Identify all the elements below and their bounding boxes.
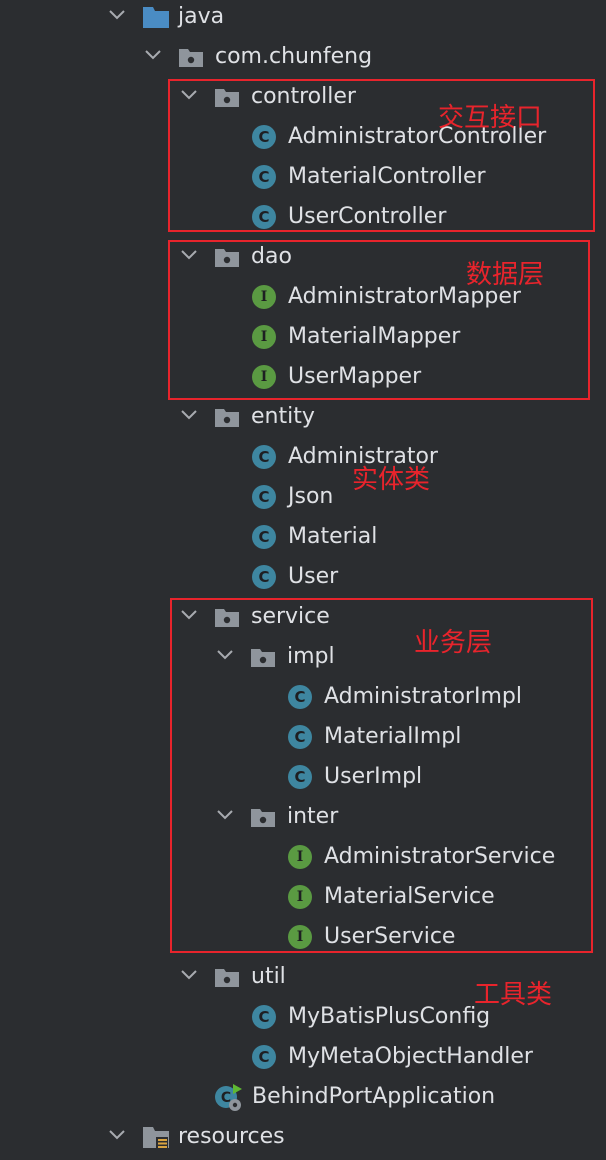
chevron-down-icon[interactable]	[178, 604, 200, 626]
tree-row-interface[interactable]: I UserMapper	[0, 360, 606, 400]
tree-label: AdministratorService	[324, 844, 556, 869]
class-icon: C	[252, 1045, 276, 1069]
annotation-util: 工具类	[474, 980, 553, 1010]
tree-label: Json	[288, 484, 334, 509]
annotation-service: 业务层	[414, 628, 493, 658]
interface-icon: I	[288, 925, 312, 949]
tree-label: BehindPortApplication	[252, 1084, 496, 1109]
package-icon	[178, 45, 204, 69]
tree-label: controller	[251, 84, 356, 109]
tree-label: inter	[287, 804, 339, 829]
class-icon: C	[288, 725, 312, 749]
tree-row-entity[interactable]: entity	[0, 400, 606, 440]
package-icon	[250, 805, 276, 829]
package-icon	[214, 405, 240, 429]
tree-label: impl	[287, 644, 335, 669]
tree-label: AdministratorImpl	[324, 684, 522, 709]
tree-row-application[interactable]: C BehindPortApplication	[0, 1080, 606, 1120]
chevron-down-icon[interactable]	[106, 1124, 128, 1146]
tree-label: com.chunfeng	[215, 44, 373, 69]
tree-label: service	[251, 604, 330, 629]
tree-label: dao	[251, 244, 292, 269]
tree-label: resources	[178, 1124, 285, 1149]
tree-label: util	[251, 964, 286, 989]
class-icon: C	[288, 765, 312, 789]
tree-label: UserMapper	[288, 364, 422, 389]
spring-boot-app-icon: C	[215, 1084, 242, 1111]
interface-icon: I	[288, 845, 312, 869]
tree-row-class[interactable]: C UserController	[0, 200, 606, 240]
tree-label: MaterialImpl	[324, 724, 462, 749]
tree-row-interface[interactable]: I MaterialMapper	[0, 320, 606, 360]
tree-label: Material	[288, 524, 378, 549]
class-icon: C	[252, 565, 276, 589]
tree-row-class[interactable]: C MyMetaObjectHandler	[0, 1040, 606, 1080]
tree-row-class[interactable]: C UserImpl	[0, 760, 606, 800]
package-icon	[214, 85, 240, 109]
tree-row-java[interactable]: java	[0, 0, 606, 40]
tree-label: UserService	[324, 924, 456, 949]
class-icon: C	[252, 165, 276, 189]
class-icon: C	[252, 125, 276, 149]
tree-row-inter[interactable]: inter	[0, 800, 606, 840]
tree-row-com-chunfeng[interactable]: com.chunfeng	[0, 40, 606, 80]
chevron-down-icon[interactable]	[142, 44, 164, 66]
chevron-down-icon[interactable]	[178, 244, 200, 266]
tree-row-interface[interactable]: I UserService	[0, 920, 606, 960]
package-icon	[250, 645, 276, 669]
class-icon: C	[252, 445, 276, 469]
tree-row-service[interactable]: service	[0, 600, 606, 640]
chevron-down-icon[interactable]	[214, 804, 236, 826]
tree-label: entity	[251, 404, 315, 429]
package-icon	[214, 965, 240, 989]
tree-row-class[interactable]: C Json	[0, 480, 606, 520]
package-icon	[214, 605, 240, 629]
tree-label: java	[178, 4, 225, 29]
package-icon	[214, 245, 240, 269]
tree-row-resources[interactable]: resources	[0, 1120, 606, 1160]
tree-label: MyBatisPlusConfig	[288, 1004, 491, 1029]
class-icon: C	[288, 685, 312, 709]
annotation-entity: 实体类	[352, 465, 431, 495]
tree-label: MyMetaObjectHandler	[288, 1044, 533, 1069]
chevron-down-icon[interactable]	[178, 84, 200, 106]
annotation-dao: 数据层	[466, 260, 545, 290]
interface-icon: I	[288, 885, 312, 909]
tree-label: UserController	[288, 204, 447, 229]
tree-row-interface[interactable]: I MaterialService	[0, 880, 606, 920]
interface-icon: I	[252, 285, 276, 309]
interface-icon: I	[252, 365, 276, 389]
chevron-down-icon[interactable]	[178, 964, 200, 986]
chevron-down-icon[interactable]	[214, 644, 236, 666]
class-icon: C	[252, 1005, 276, 1029]
tree-row-class[interactable]: C MaterialImpl	[0, 720, 606, 760]
tree-row-class[interactable]: C Administrator	[0, 440, 606, 480]
tree-label: MaterialMapper	[288, 324, 461, 349]
tree-label: User	[288, 564, 339, 589]
chevron-down-icon[interactable]	[106, 4, 128, 26]
class-icon: C	[252, 485, 276, 509]
tree-row-impl[interactable]: impl	[0, 640, 606, 680]
tree-row-interface[interactable]: I AdministratorService	[0, 840, 606, 880]
class-icon: C	[252, 205, 276, 229]
tree-label: UserImpl	[324, 764, 423, 789]
interface-icon: I	[252, 325, 276, 349]
chevron-down-icon[interactable]	[178, 404, 200, 426]
resources-folder-icon	[142, 1125, 170, 1149]
tree-label: MaterialController	[288, 164, 486, 189]
tree-label: MaterialService	[324, 884, 495, 909]
annotation-controller: 交互接口	[438, 103, 543, 133]
tree-row-class[interactable]: C AdministratorImpl	[0, 680, 606, 720]
tree-row-class[interactable]: C Material	[0, 520, 606, 560]
tree-row-class[interactable]: C MaterialController	[0, 160, 606, 200]
tree-row-class[interactable]: C User	[0, 560, 606, 600]
source-folder-icon	[142, 5, 170, 29]
class-icon: C	[252, 525, 276, 549]
